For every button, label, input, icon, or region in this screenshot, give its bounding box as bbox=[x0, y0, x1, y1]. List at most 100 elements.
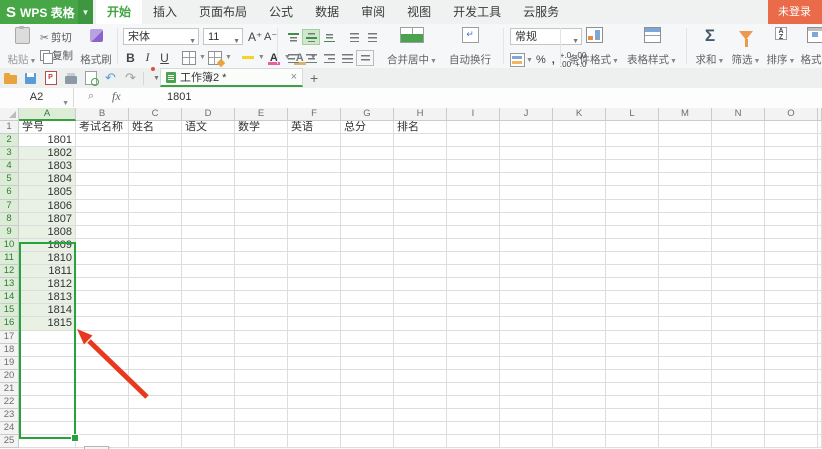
cell-M1[interactable] bbox=[659, 121, 712, 134]
cell-C14[interactable] bbox=[129, 291, 182, 304]
cell-D2[interactable] bbox=[182, 134, 235, 147]
cell-O13[interactable] bbox=[765, 278, 818, 291]
cell-E20[interactable] bbox=[235, 370, 288, 383]
cell-A7[interactable]: 1806 bbox=[19, 200, 76, 213]
cell-O16[interactable] bbox=[765, 317, 818, 330]
format-button[interactable]: 格式▼ bbox=[798, 27, 822, 68]
cell-C15[interactable] bbox=[129, 304, 182, 317]
cell-E23[interactable] bbox=[235, 409, 288, 422]
cell-J18[interactable] bbox=[500, 344, 553, 357]
cell-E8[interactable] bbox=[235, 213, 288, 226]
cell-C22[interactable] bbox=[129, 396, 182, 409]
cell-O2[interactable] bbox=[765, 134, 818, 147]
cell-F6[interactable] bbox=[288, 186, 341, 199]
row-header-4[interactable]: 4 bbox=[0, 160, 19, 173]
cell-H19[interactable] bbox=[394, 357, 447, 370]
cell-J8[interactable] bbox=[500, 213, 553, 226]
cell-C20[interactable] bbox=[129, 370, 182, 383]
cell-D21[interactable] bbox=[182, 383, 235, 396]
percent-style-icon[interactable]: % bbox=[536, 54, 546, 66]
cell-L13[interactable] bbox=[606, 278, 659, 291]
cell-A12[interactable]: 1811 bbox=[19, 265, 76, 278]
cell-I9[interactable] bbox=[447, 226, 500, 239]
cell-D18[interactable] bbox=[182, 344, 235, 357]
cell-A8[interactable]: 1807 bbox=[19, 213, 76, 226]
menu-tab-page-layout[interactable]: 页面布局 bbox=[188, 0, 258, 24]
column-header-B[interactable]: B bbox=[76, 108, 129, 121]
row-header-8[interactable]: 8 bbox=[0, 213, 19, 226]
cell-F20[interactable] bbox=[288, 370, 341, 383]
cell-J3[interactable] bbox=[500, 147, 553, 160]
cell-B21[interactable] bbox=[76, 383, 129, 396]
cell-C16[interactable] bbox=[129, 317, 182, 330]
cell-N13[interactable] bbox=[712, 278, 765, 291]
row-header-7[interactable]: 7 bbox=[0, 200, 19, 213]
cell-E22[interactable] bbox=[235, 396, 288, 409]
cell-G1[interactable]: 总分 bbox=[341, 121, 394, 134]
decrease-indent-icon[interactable] bbox=[345, 29, 363, 45]
cell-M5[interactable] bbox=[659, 173, 712, 186]
row-header-12[interactable]: 12 bbox=[0, 265, 19, 278]
cell-H18[interactable] bbox=[394, 344, 447, 357]
cell-G21[interactable] bbox=[341, 383, 394, 396]
fx-icon[interactable]: fx bbox=[112, 89, 121, 104]
cell-F7[interactable] bbox=[288, 200, 341, 213]
cell-F2[interactable] bbox=[288, 134, 341, 147]
cell-M12[interactable] bbox=[659, 265, 712, 278]
cell-J22[interactable] bbox=[500, 396, 553, 409]
cell-L9[interactable] bbox=[606, 226, 659, 239]
cell-O1[interactable] bbox=[765, 121, 818, 134]
distributed-icon[interactable] bbox=[356, 50, 374, 66]
cell-E24[interactable] bbox=[235, 422, 288, 435]
cell-C5[interactable] bbox=[129, 173, 182, 186]
row-header-9[interactable]: 9 bbox=[0, 226, 19, 239]
row-header-22[interactable]: 22 bbox=[0, 396, 19, 409]
cell-I22[interactable] bbox=[447, 396, 500, 409]
cell-D5[interactable] bbox=[182, 173, 235, 186]
cell-G5[interactable] bbox=[341, 173, 394, 186]
cell-E4[interactable] bbox=[235, 160, 288, 173]
cell-H12[interactable] bbox=[394, 265, 447, 278]
cell-J4[interactable] bbox=[500, 160, 553, 173]
row-header-18[interactable]: 18 bbox=[0, 344, 19, 357]
row-header-2[interactable]: 2 bbox=[0, 134, 19, 147]
cell-N20[interactable] bbox=[712, 370, 765, 383]
cell-J21[interactable] bbox=[500, 383, 553, 396]
cell-F19[interactable] bbox=[288, 357, 341, 370]
cell-J14[interactable] bbox=[500, 291, 553, 304]
cell-E2[interactable] bbox=[235, 134, 288, 147]
cell-L18[interactable] bbox=[606, 344, 659, 357]
cell-K2[interactable] bbox=[553, 134, 606, 147]
cell-E19[interactable] bbox=[235, 357, 288, 370]
cell-L22[interactable] bbox=[606, 396, 659, 409]
cell-C21[interactable] bbox=[129, 383, 182, 396]
cell-N18[interactable] bbox=[712, 344, 765, 357]
cell-G12[interactable] bbox=[341, 265, 394, 278]
cell-H6[interactable] bbox=[394, 186, 447, 199]
cell-C6[interactable] bbox=[129, 186, 182, 199]
cell-H13[interactable] bbox=[394, 278, 447, 291]
cell-M14[interactable] bbox=[659, 291, 712, 304]
cell-N2[interactable] bbox=[712, 134, 765, 147]
cell-C12[interactable] bbox=[129, 265, 182, 278]
cell-N5[interactable] bbox=[712, 173, 765, 186]
cell-A6[interactable]: 1805 bbox=[19, 186, 76, 199]
cell-M23[interactable] bbox=[659, 409, 712, 422]
cell-O12[interactable] bbox=[765, 265, 818, 278]
increase-indent-icon[interactable] bbox=[363, 29, 381, 45]
underline-button[interactable]: U bbox=[157, 51, 172, 65]
menu-tab-dev-tools[interactable]: 开发工具 bbox=[442, 0, 512, 24]
cell-J9[interactable] bbox=[500, 226, 553, 239]
cell-N6[interactable] bbox=[712, 186, 765, 199]
cell-F18[interactable] bbox=[288, 344, 341, 357]
cell-O20[interactable] bbox=[765, 370, 818, 383]
cell-H17[interactable] bbox=[394, 331, 447, 344]
cell-O3[interactable] bbox=[765, 147, 818, 160]
cell-G11[interactable] bbox=[341, 252, 394, 265]
cell-M7[interactable] bbox=[659, 200, 712, 213]
cell-H1[interactable]: 排名 bbox=[394, 121, 447, 134]
cell-C1[interactable]: 姓名 bbox=[129, 121, 182, 134]
cell-F1[interactable]: 英语 bbox=[288, 121, 341, 134]
cell-G4[interactable] bbox=[341, 160, 394, 173]
cell-C4[interactable] bbox=[129, 160, 182, 173]
